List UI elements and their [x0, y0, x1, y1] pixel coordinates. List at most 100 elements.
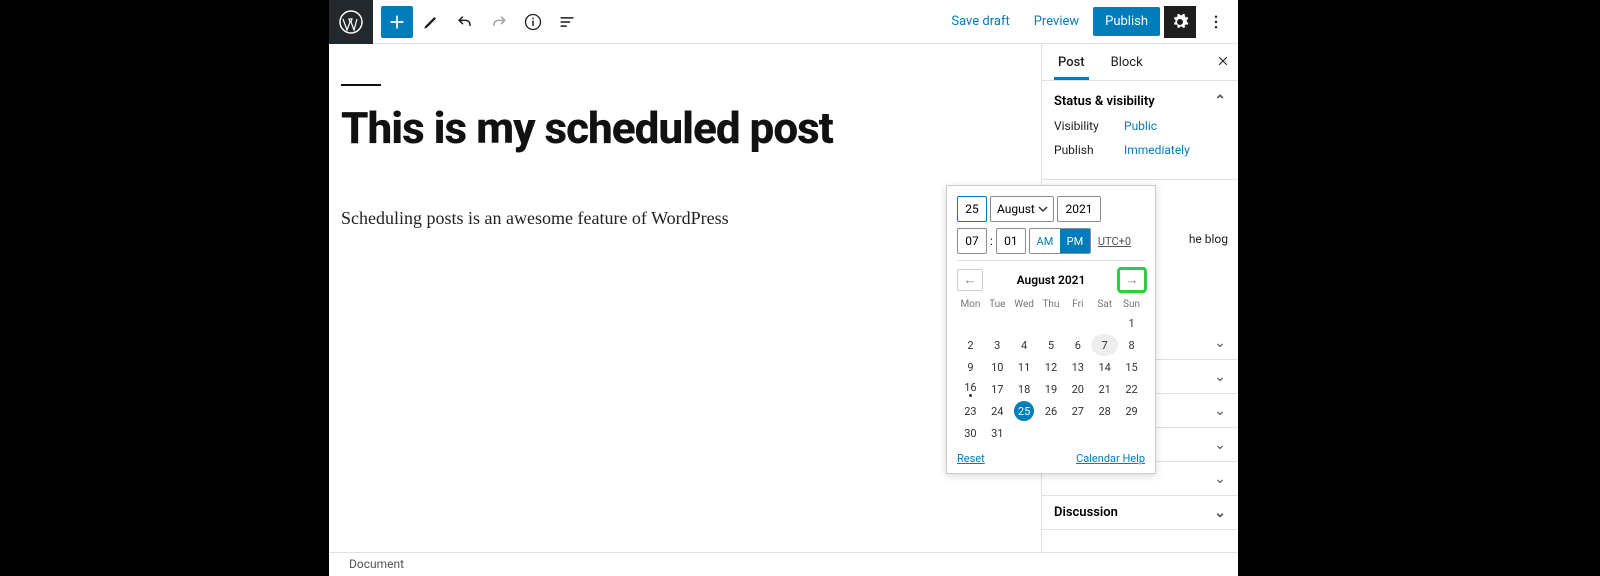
discussion-label: Discussion	[1054, 505, 1118, 520]
calendar-day[interactable]: 8	[1118, 334, 1145, 356]
calendar-day[interactable]: 4	[1011, 334, 1038, 356]
calendar-day[interactable]: 31	[984, 422, 1011, 444]
calendar-week: 9101112131415	[957, 356, 1145, 378]
calendar-day[interactable]: 30	[957, 422, 984, 444]
calendar-day[interactable]: 11	[1011, 356, 1038, 378]
ampm-toggle: AM PM	[1029, 228, 1091, 254]
close-icon	[1216, 54, 1230, 68]
preview-button[interactable]: Preview	[1024, 8, 1089, 35]
redo-icon	[489, 12, 509, 32]
dow-fri: Fri	[1064, 297, 1091, 312]
publish-value[interactable]: Immediately	[1124, 143, 1190, 157]
visibility-label: Visibility	[1054, 119, 1124, 133]
minute-input[interactable]	[996, 228, 1026, 254]
calendar-dow-row: Mon Tue Wed Thu Fri Sat Sun	[957, 297, 1145, 312]
close-sidebar-button[interactable]	[1216, 53, 1230, 72]
calendar-day[interactable]: 19	[1038, 378, 1065, 400]
calendar-week: 1	[957, 312, 1145, 334]
calendar-day	[1064, 422, 1091, 444]
datetime-popover: August : AM PM UTC+0 ← August 2021 → Mon…	[946, 185, 1156, 474]
tab-post[interactable]: Post	[1054, 45, 1089, 80]
calendar-day	[984, 312, 1011, 334]
calendar-day[interactable]: 15	[1118, 356, 1145, 378]
calendar-day	[1011, 422, 1038, 444]
hour-input[interactable]	[957, 228, 987, 254]
calendar-day	[1038, 422, 1065, 444]
undo-button[interactable]	[449, 6, 481, 38]
calendar-day	[1064, 312, 1091, 334]
pm-button[interactable]: PM	[1060, 229, 1090, 253]
calendar-day[interactable]: 22	[1118, 378, 1145, 400]
dow-wed: Wed	[1011, 297, 1038, 312]
divider	[957, 260, 1145, 261]
dow-sat: Sat	[1091, 297, 1118, 312]
calendar-day[interactable]: 12	[1038, 356, 1065, 378]
calendar-day[interactable]: 13	[1064, 356, 1091, 378]
chevron-down-icon: ⌄	[1214, 437, 1226, 453]
day-input[interactable]	[957, 196, 987, 222]
wordpress-icon	[339, 10, 363, 34]
calendar-day[interactable]: 20	[1064, 378, 1091, 400]
reset-link[interactable]: Reset	[957, 452, 985, 465]
calendar-day[interactable]: 23	[957, 400, 984, 422]
tab-block[interactable]: Block	[1107, 45, 1147, 80]
discussion-section[interactable]: Discussion ⌄	[1042, 496, 1238, 530]
outline-button[interactable]	[551, 6, 583, 38]
calendar-week: 16171819202122	[957, 378, 1145, 400]
calendar-day[interactable]: 29	[1118, 400, 1145, 422]
redo-button[interactable]	[483, 6, 515, 38]
undo-icon	[455, 12, 475, 32]
am-button[interactable]: AM	[1030, 229, 1060, 253]
chevron-up-icon: ⌃	[1214, 93, 1226, 109]
timezone-link[interactable]: UTC+0	[1098, 235, 1131, 248]
wordpress-logo[interactable]	[329, 0, 373, 44]
status-visibility-header[interactable]: Status & visibility ⌃	[1054, 93, 1226, 109]
tool-group-right: Save draft Preview Publish	[941, 6, 1238, 38]
time-colon: :	[990, 234, 993, 248]
calendar-day[interactable]: 17	[984, 378, 1011, 400]
info-button[interactable]	[517, 6, 549, 38]
calendar-day[interactable]: 3	[984, 334, 1011, 356]
calendar-day[interactable]: 14	[1091, 356, 1118, 378]
tool-group-left	[373, 6, 583, 38]
calendar-day[interactable]: 24	[984, 400, 1011, 422]
calendar-day[interactable]: 9	[957, 356, 984, 378]
calendar-day[interactable]: 25	[1011, 400, 1038, 422]
dow-mon: Mon	[957, 297, 984, 312]
calendar-day[interactable]: 5	[1038, 334, 1065, 356]
calendar-day[interactable]: 7	[1091, 334, 1118, 356]
calendar-day	[1091, 422, 1118, 444]
visibility-value[interactable]: Public	[1124, 119, 1157, 133]
calendar-footer: Reset Calendar Help	[957, 452, 1145, 465]
month-select[interactable]: August	[990, 196, 1054, 222]
edit-tool-button[interactable]	[415, 6, 447, 38]
calendar-day[interactable]: 10	[984, 356, 1011, 378]
calendar-day[interactable]: 27	[1064, 400, 1091, 422]
calendar-day	[1038, 312, 1065, 334]
pencil-icon	[421, 12, 441, 32]
more-options-button[interactable]	[1200, 6, 1232, 38]
sidebar-tabs: Post Block	[1042, 44, 1238, 81]
calendar-day[interactable]: 16	[957, 378, 984, 400]
save-draft-button[interactable]: Save draft	[941, 8, 1019, 35]
next-month-button[interactable]: →	[1119, 269, 1145, 291]
settings-button[interactable]	[1164, 6, 1196, 38]
calendar-day[interactable]: 6	[1064, 334, 1091, 356]
year-input[interactable]	[1057, 196, 1101, 222]
calendar-day[interactable]: 18	[1011, 378, 1038, 400]
publish-button[interactable]: Publish	[1093, 7, 1160, 36]
calendar-help-link[interactable]: Calendar Help	[1076, 452, 1145, 465]
add-block-button[interactable]	[381, 6, 413, 38]
publish-row: Publish Immediately	[1054, 143, 1226, 157]
calendar-header: ← August 2021 →	[957, 269, 1145, 291]
calendar-day[interactable]: 1	[1118, 312, 1145, 334]
breadcrumb-bar[interactable]: Document	[329, 552, 1238, 576]
info-icon	[523, 12, 543, 32]
calendar-day[interactable]: 26	[1038, 400, 1065, 422]
chevron-down-icon: ⌄	[1214, 335, 1226, 351]
prev-month-button[interactable]: ←	[957, 269, 983, 291]
calendar-day[interactable]: 2	[957, 334, 984, 356]
calendar-day[interactable]: 21	[1091, 378, 1118, 400]
publish-label: Publish	[1054, 143, 1124, 157]
calendar-day[interactable]: 28	[1091, 400, 1118, 422]
